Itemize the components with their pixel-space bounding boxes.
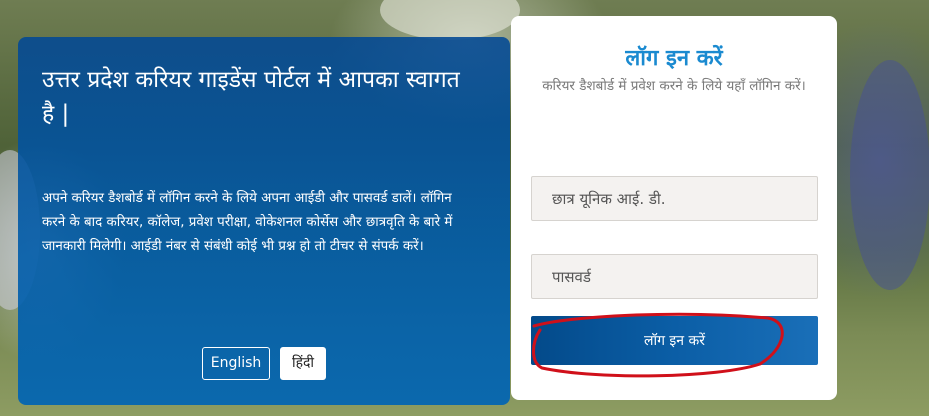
login-card: लॉग इन करें करियर डैशबोर्ड में प्रवेश कर… bbox=[511, 16, 837, 400]
welcome-title: उत्तर प्रदेश करियर गाइडेंस पोर्टल में आप… bbox=[42, 67, 460, 127]
welcome-description: अपने करियर डैशबोर्ड में लॉगिन करने के लि… bbox=[42, 191, 453, 254]
background-sky bbox=[380, 0, 520, 40]
welcome-panel: उत्तर प्रदेश करियर गाइडेंस पोर्टल में आप… bbox=[18, 37, 510, 405]
login-title: लॉग इन करें bbox=[625, 46, 723, 71]
language-hindi-button[interactable]: हिंदी bbox=[280, 347, 326, 380]
student-id-input[interactable] bbox=[531, 176, 818, 221]
login-subtitle: करियर डैशबोर्ड में प्रवेश करने के लिये य… bbox=[542, 78, 806, 94]
background-figure-right bbox=[850, 60, 929, 290]
language-english-button[interactable]: English bbox=[202, 347, 270, 380]
login-button[interactable]: लॉग इन करें bbox=[531, 316, 818, 365]
password-input[interactable] bbox=[531, 254, 818, 299]
